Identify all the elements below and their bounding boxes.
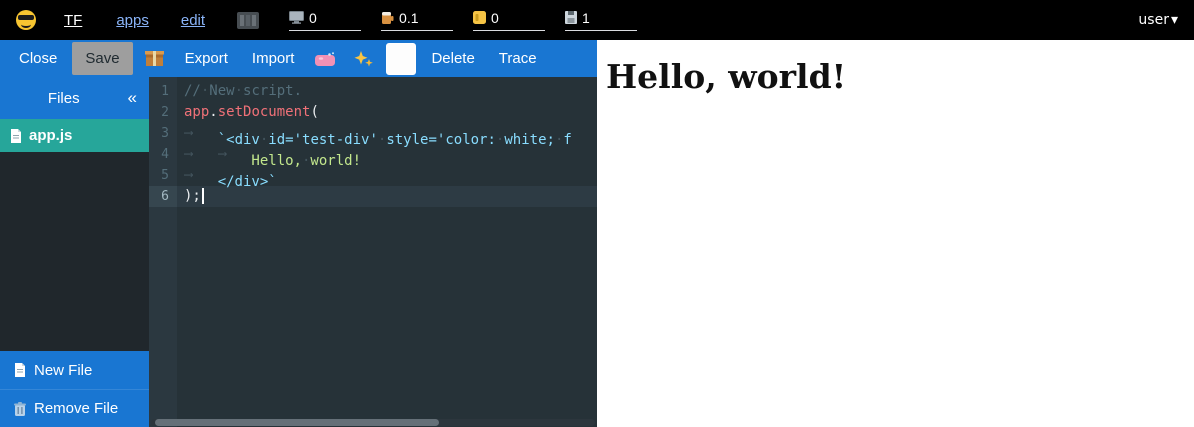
remove-file-button[interactable]: Remove File (0, 389, 149, 427)
caret-down-icon: ▾ (1171, 12, 1178, 28)
code-token: 'color: (437, 132, 496, 148)
floppy-icon (565, 11, 577, 24)
package-icon (145, 50, 164, 67)
code-line[interactable]: //·New·script. (177, 81, 597, 102)
remove-file-label: Remove File (34, 400, 118, 417)
code-token: ( (310, 104, 318, 120)
files-title: Files (0, 90, 128, 107)
trace-button[interactable]: Trace (490, 44, 546, 73)
output-panel: Hello, world! (597, 40, 1194, 427)
code-token: style= (386, 132, 437, 148)
grid-icon[interactable] (237, 12, 259, 29)
files-header: Files « (0, 77, 149, 119)
coin-stat-value: 0 (491, 10, 499, 26)
trash-icon (14, 402, 26, 416)
code-line[interactable]: ⟶`<div·id='test-div'·style='color:·white… (177, 123, 597, 144)
files-sidebar: Files « app.js (0, 77, 149, 427)
code-token: · (235, 83, 243, 99)
grid-icon-svg (237, 12, 259, 29)
delete-button[interactable]: Delete (422, 44, 483, 73)
code-token: </div> (218, 174, 269, 190)
file-item-label: app.js (29, 127, 72, 144)
code-token: ` (268, 174, 276, 190)
code-editor[interactable]: 123456 //·New·script.app.setDocument(⟶`<… (149, 77, 597, 427)
code-lines[interactable]: //·New·script.app.setDocument(⟶`<div·id=… (177, 77, 597, 427)
soap-icon (315, 52, 336, 66)
code-token: app (184, 104, 209, 120)
text-cursor (202, 188, 204, 204)
import-button[interactable]: Import (243, 44, 304, 73)
monitor-stat-value: 0 (309, 10, 317, 26)
beer-stat[interactable]: 0.1 (381, 10, 453, 31)
horizontal-scrollbar-track (151, 419, 595, 426)
coin-stat[interactable]: 0 (473, 10, 545, 31)
nav-link-apps[interactable]: apps (116, 12, 149, 29)
horizontal-scrollbar-thumb[interactable] (155, 419, 439, 426)
collapse-sidebar-button[interactable]: « (128, 88, 149, 108)
nav-link-edit[interactable]: edit (181, 12, 205, 29)
line-number: 4 (149, 144, 177, 165)
code-line[interactable]: ⟶</div>` (177, 165, 597, 186)
line-number: 6 (149, 186, 177, 207)
smiley-face-icon[interactable] (16, 10, 36, 30)
file-item-appjs[interactable]: app.js (0, 119, 149, 152)
editor-toolbar: Close Save Export Import (0, 40, 597, 77)
code-token: f (563, 132, 571, 148)
user-menu[interactable]: user▾ (1138, 12, 1178, 28)
storage-stat[interactable]: 1 (565, 10, 637, 31)
new-file-icon (14, 363, 26, 377)
code-token: ); (184, 188, 201, 204)
new-file-label: New File (34, 362, 92, 379)
gutter: 123456 (149, 77, 177, 427)
workspace: Files « app.js (0, 77, 597, 427)
brand-link[interactable]: TF (64, 12, 82, 29)
blank-icon-button[interactable] (386, 43, 416, 75)
tab-marker: ⟶ (184, 123, 218, 144)
main-split: Close Save Export Import (0, 40, 1194, 427)
line-number: 1 (149, 81, 177, 102)
monitor-icon (289, 11, 304, 24)
code-token: New (209, 83, 234, 99)
top-bar: TF apps edit 0 0.1 0 (0, 0, 1194, 40)
files-filler (0, 152, 149, 351)
save-button[interactable]: Save (72, 42, 132, 75)
line-number: 3 (149, 123, 177, 144)
beer-stat-value: 0.1 (399, 10, 418, 26)
user-menu-label: user (1138, 12, 1169, 28)
beer-icon (381, 11, 394, 25)
tab-marker: ⟶ (184, 165, 218, 186)
package-icon-button[interactable] (139, 46, 170, 71)
code-token: world! (310, 153, 361, 169)
tab-marker: ⟶ (184, 144, 218, 165)
monitor-stat[interactable]: 0 (289, 10, 361, 31)
code-token: setDocument (218, 104, 311, 120)
storage-stat-value: 1 (582, 10, 590, 26)
tab-marker: ⟶ (218, 144, 252, 165)
file-icon (10, 129, 22, 143)
sparkles-icon-button[interactable] (348, 46, 380, 72)
new-file-button[interactable]: New File (0, 351, 149, 389)
close-button[interactable]: Close (10, 44, 66, 73)
code-token: white; (504, 132, 555, 148)
editor-pane: Close Save Export Import (0, 40, 597, 427)
export-button[interactable]: Export (176, 44, 237, 73)
code-line[interactable]: app.setDocument( (177, 102, 597, 123)
sparkles-icon (354, 50, 374, 68)
coin-icon (473, 11, 486, 24)
line-number: 2 (149, 102, 177, 123)
output-heading: Hello, world! (606, 57, 1194, 96)
code-token: . (209, 104, 217, 120)
line-number: 5 (149, 165, 177, 186)
code-token: // (184, 83, 201, 99)
soap-icon-button[interactable] (309, 48, 342, 70)
code-token: script. (243, 83, 302, 99)
